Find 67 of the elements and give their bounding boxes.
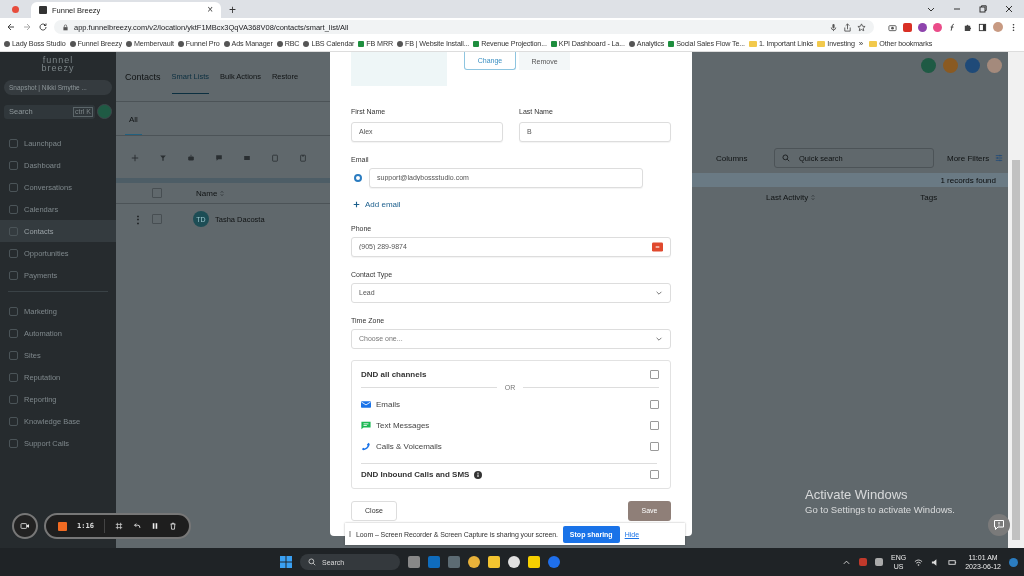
column-header: Tags [920, 192, 938, 202]
puzzle-icon[interactable] [963, 22, 972, 32]
close-tab-button[interactable]: × [207, 5, 213, 15]
checkbox[interactable] [650, 400, 659, 409]
chat-icon [361, 421, 371, 430]
info-icon[interactable] [474, 470, 483, 479]
checkbox[interactable] [650, 370, 659, 379]
battery-icon[interactable] [948, 557, 958, 567]
flag-icon[interactable] [652, 241, 663, 252]
records-count: 1 records found [940, 175, 996, 185]
add-icon[interactable] [131, 154, 139, 162]
reload-icon[interactable] [38, 22, 48, 32]
search-icon [782, 154, 790, 162]
recording-icon [12, 6, 19, 13]
search-icon [308, 558, 316, 566]
option-label: Calls & Voicemails [376, 442, 442, 451]
grid-icon[interactable] [114, 522, 123, 530]
logo: funnel breezy [40, 54, 76, 72]
windows-icon[interactable] [280, 556, 292, 568]
pause-icon[interactable] [150, 522, 159, 530]
activation-message: Go to Settings to activate Windows. [805, 504, 955, 515]
app-icon[interactable] [508, 556, 520, 568]
restore-icon[interactable] [978, 4, 988, 14]
option-label: DND Inbound Calls and SMS [361, 470, 470, 479]
checkbox[interactable] [152, 188, 162, 198]
drag-handle[interactable] [349, 531, 351, 537]
function-icon[interactable] [948, 22, 957, 32]
trash-icon[interactable] [168, 522, 177, 530]
back-icon[interactable] [6, 22, 16, 32]
profile-avatar[interactable] [993, 22, 1003, 32]
page-title: Contacts [125, 71, 161, 82]
feedback-icon [993, 519, 1005, 531]
new-tab-button[interactable]: + [229, 4, 236, 16]
checkbox[interactable] [650, 470, 659, 479]
sidebar-icon[interactable] [978, 22, 987, 32]
plus-icon [353, 200, 360, 208]
scrollbar[interactable] [1008, 52, 1024, 548]
checkbox[interactable] [650, 421, 659, 430]
filter-icon[interactable] [159, 154, 167, 162]
forward-icon[interactable] [22, 22, 32, 32]
close-icon[interactable] [1004, 4, 1014, 14]
phone-icon [361, 442, 371, 451]
video-camera-icon [20, 522, 30, 530]
notification-badge[interactable] [1009, 557, 1018, 567]
camera-icon[interactable] [888, 22, 897, 32]
clipboard-icon[interactable] [299, 154, 307, 162]
option-label: DND all channels [361, 370, 427, 379]
option-label: Emails [376, 400, 400, 409]
star-icon[interactable] [857, 22, 866, 32]
checkbox[interactable] [152, 214, 162, 224]
add-email-link[interactable]: Add email [353, 199, 401, 209]
envelope-icon [361, 400, 371, 409]
lock-icon [62, 23, 69, 31]
undo-icon[interactable] [132, 522, 141, 530]
more-bookmarks-button[interactable]: » [858, 39, 864, 48]
microphone-icon[interactable] [829, 22, 838, 32]
checkbox[interactable] [650, 442, 659, 451]
favicon-icon [39, 6, 47, 14]
wifi-icon[interactable] [914, 557, 924, 567]
sliders-icon[interactable] [995, 154, 1004, 162]
activation-title: Activate Windows [805, 487, 909, 502]
clipboard-icon[interactable] [271, 154, 279, 162]
stop-recording-button[interactable] [58, 521, 67, 531]
radio-button[interactable] [354, 173, 362, 182]
share-icon[interactable] [843, 22, 852, 32]
option-label: Text Messages [376, 421, 430, 430]
chat-icon[interactable] [215, 154, 223, 162]
